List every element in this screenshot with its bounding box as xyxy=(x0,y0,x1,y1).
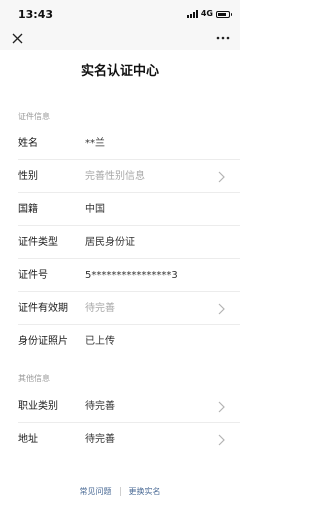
row-value: 待完善 xyxy=(85,303,115,314)
row-label: 证件有效期 xyxy=(18,303,68,314)
faq-link[interactable]: 常见问题 xyxy=(80,486,112,497)
row-label: 姓名 xyxy=(18,138,38,149)
row-label: 国籍 xyxy=(18,204,38,215)
row-label: 证件号 xyxy=(18,270,48,281)
chevron-right-icon xyxy=(218,171,225,183)
chevron-right-icon xyxy=(218,401,225,413)
row-value: 居民身份证 xyxy=(85,237,135,248)
row-id-type: 证件类型 居民身份证 xyxy=(0,226,240,259)
row-value: 已上传 xyxy=(85,336,115,347)
row-value: 待完善 xyxy=(85,401,115,412)
more-icon[interactable] xyxy=(214,28,232,48)
nav-bar xyxy=(0,28,240,50)
section-label-id-info: 证件信息 xyxy=(18,112,50,121)
row-value: **兰 xyxy=(85,138,105,149)
row-value: 待完善 xyxy=(85,434,115,445)
network-type: 4G xyxy=(200,9,213,18)
page-title: 实名认证中心 xyxy=(80,64,159,79)
change-name-link[interactable]: 更换实名 xyxy=(129,486,161,497)
row-label: 性别 xyxy=(18,171,38,182)
row-occupation[interactable]: 职业类别 待完善 xyxy=(0,390,240,423)
row-nationality: 国籍 中国 xyxy=(0,193,240,226)
row-value: 完善性别信息 xyxy=(85,171,145,182)
close-icon[interactable] xyxy=(8,29,26,47)
row-value: 5****************3 xyxy=(85,270,178,281)
row-label: 身份证照片 xyxy=(18,336,68,347)
row-id-number: 证件号 5****************3 xyxy=(0,259,240,292)
battery-icon xyxy=(216,10,232,18)
row-address[interactable]: 地址 待完善 xyxy=(0,423,240,456)
status-indicators: 4G xyxy=(186,9,232,19)
row-label: 职业类别 xyxy=(18,401,58,412)
row-label: 证件类型 xyxy=(18,237,58,248)
signal-icon xyxy=(186,10,198,18)
footer-links: 常见问题 更换实名 xyxy=(0,484,240,498)
footer-separator xyxy=(119,486,121,496)
row-label: 地址 xyxy=(18,434,38,445)
status-time: 13:43 xyxy=(18,8,54,21)
section-label-other-info: 其他信息 xyxy=(18,374,50,383)
chevron-right-icon xyxy=(218,434,225,446)
row-gender[interactable]: 性别 完善性别信息 xyxy=(0,160,240,193)
row-value: 中国 xyxy=(85,204,105,215)
row-name: 姓名 **兰 xyxy=(0,127,240,160)
status-bar: 13:43 4G xyxy=(0,0,240,28)
row-id-photo: 身份证照片 已上传 xyxy=(0,325,240,358)
row-id-validity[interactable]: 证件有效期 待完善 xyxy=(0,292,240,325)
chevron-right-icon xyxy=(218,303,225,315)
